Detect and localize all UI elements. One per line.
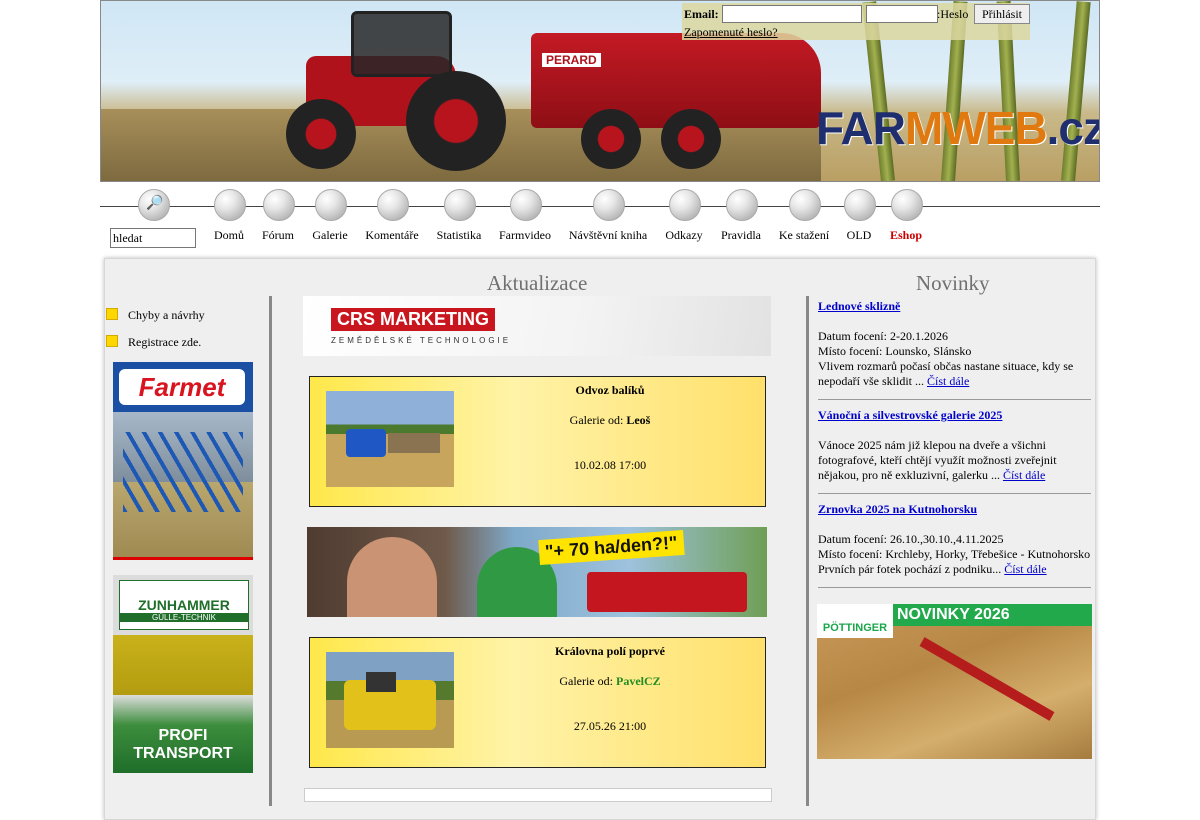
nav-button-icon[interactable] [789, 189, 821, 221]
cart-wheel [581, 109, 641, 169]
nav-button-icon[interactable] [669, 189, 701, 221]
gallery-author: Galerie od: Leoš [569, 413, 651, 427]
news-divider [818, 399, 1091, 400]
nav-item-7[interactable]: Odkazy [665, 228, 702, 243]
nav-item-3[interactable]: Komentáře [365, 228, 418, 243]
gallery-author: Galerie od: PavelCZ [559, 674, 661, 688]
news-divider [818, 587, 1091, 588]
gallery-title[interactable]: Královna polí poprvé [470, 644, 750, 659]
farmet-ad[interactable]: Farmet [113, 362, 253, 560]
promo-headline: "+ 70 ha/den?!" [538, 529, 685, 566]
news-item: Zrnovka 2025 na Kutnohorsku Datum focení… [818, 502, 1091, 576]
nav-button-icon[interactable] [844, 189, 876, 221]
zunhammer-logo: ZUNHAMMER GÜLLE-TECHNIK [119, 580, 249, 630]
gallery-title[interactable]: Odvoz balíků [470, 383, 750, 398]
zunhammer-ad[interactable]: ZUNHAMMER GÜLLE-TECHNIK PROFI TRANSPORT [113, 575, 253, 773]
nav-button-icon[interactable] [726, 189, 758, 221]
nav-button-icon[interactable] [891, 189, 923, 221]
crs-marketing-ad[interactable]: CRS MARKETING ZEMĚDĚLSKÉ TECHNOLOGIE [303, 296, 771, 356]
news-title-link[interactable]: Lednové sklizně [818, 299, 900, 313]
nav-item-4[interactable]: Statistika [437, 228, 482, 243]
nav-item-2[interactable]: Galerie [312, 228, 347, 243]
cart-wheel [661, 109, 721, 169]
pottinger-ad[interactable]: PÖTTINGER NOVINKY 2026 [817, 604, 1092, 759]
gallery-thumbnail[interactable] [326, 652, 454, 748]
news-divider [818, 493, 1091, 494]
read-more-link[interactable]: Číst dále [1004, 562, 1046, 576]
password-label: :Heslo [937, 7, 969, 21]
bug-report-link[interactable]: Chyby a návrhy [106, 308, 205, 323]
forgot-password-link[interactable]: Zapomenuté heslo? [684, 25, 778, 40]
gallery-date: 10.02.08 17:00 [573, 458, 647, 472]
crs-logo: CRS MARKETING [331, 308, 495, 331]
news-list: Lednové sklizně Datum focení: 2-20.1.202… [818, 299, 1091, 596]
cultivator-image [123, 432, 243, 512]
nav-button-icon[interactable] [444, 189, 476, 221]
perard-promo-ad[interactable]: "+ 70 ha/den?!" [307, 527, 767, 617]
cultivator-implement [919, 637, 1055, 721]
gallery-date: 27.05.26 21:00 [573, 719, 647, 733]
search-icon[interactable]: 🔎 [138, 189, 170, 221]
nav-item-8[interactable]: Pravidla [721, 228, 761, 243]
search-input[interactable] [110, 228, 196, 248]
nav-item-0[interactable]: Domů [214, 228, 244, 243]
gallery-thumbnail[interactable] [326, 391, 454, 487]
pottinger-headline: NOVINKY 2026 [893, 604, 1092, 626]
pottinger-logo: PÖTTINGER [817, 604, 893, 638]
profi-transport-caption: PROFI TRANSPORT [133, 727, 233, 762]
crs-tagline: ZEMĚDĚLSKÉ TECHNOLOGIE [331, 336, 512, 345]
news-section-title: Novinky [916, 271, 990, 295]
news-title-link[interactable]: Zrnovka 2025 na Kutnohorsku [818, 502, 977, 516]
middle-section-title: Aktualizace [487, 271, 588, 295]
login-button[interactable]: Přihlásit [974, 4, 1030, 24]
news-item: Lednové sklizně Datum focení: 2-20.1.202… [818, 299, 1074, 388]
read-more-link[interactable]: Číst dále [927, 374, 969, 388]
news-column-rule [806, 296, 809, 806]
nav-button-icon[interactable] [263, 189, 295, 221]
nav-button-icon[interactable] [214, 189, 246, 221]
gallery-card[interactable]: Královna polí poprvé Galerie od: PavelCZ… [309, 637, 766, 768]
nav-button-icon[interactable] [315, 189, 347, 221]
site-logo[interactable]: FARMWEB.cz [816, 101, 1099, 155]
gallery-card[interactable]: Odvoz balíků Galerie od: Leoš 10.02.08 1… [309, 376, 766, 507]
bullet-icon [106, 308, 118, 320]
tractor-rear-wheel [406, 71, 506, 171]
login-form: Email: :Heslo Přihlásit Zapomenuté heslo… [682, 3, 1030, 40]
nav-button-icon[interactable] [593, 189, 625, 221]
read-more-link[interactable]: Číst dále [1003, 468, 1045, 482]
nav-item-11[interactable]: Eshop [890, 228, 922, 243]
tractor-cab [351, 11, 452, 77]
farmet-logo: Farmet [119, 369, 245, 405]
nav-item-10[interactable]: OLD [847, 228, 872, 243]
nav-item-5[interactable]: Farmvideo [499, 228, 551, 243]
news-title-link[interactable]: Vánoční a silvestrovské galerie 2025 [818, 408, 1002, 422]
nav-item-1[interactable]: Fórum [262, 228, 294, 243]
bullet-icon [106, 335, 118, 347]
nav-item-9[interactable]: Ke stažení [779, 228, 829, 243]
nav-button-icon[interactable] [510, 189, 542, 221]
nav-button-icon[interactable] [377, 189, 409, 221]
tractor-front-wheel [286, 99, 356, 169]
registration-link[interactable]: Registrace zde. [106, 335, 201, 350]
grain-cart-brand: PERARD [542, 53, 601, 67]
nav-item-6[interactable]: Návštěvní kniha [569, 228, 647, 243]
email-label: Email: [684, 7, 719, 21]
news-item: Vánoční a silvestrovské galerie 2025 Ván… [818, 408, 1057, 482]
password-field[interactable] [866, 5, 938, 23]
email-field[interactable] [722, 5, 862, 23]
